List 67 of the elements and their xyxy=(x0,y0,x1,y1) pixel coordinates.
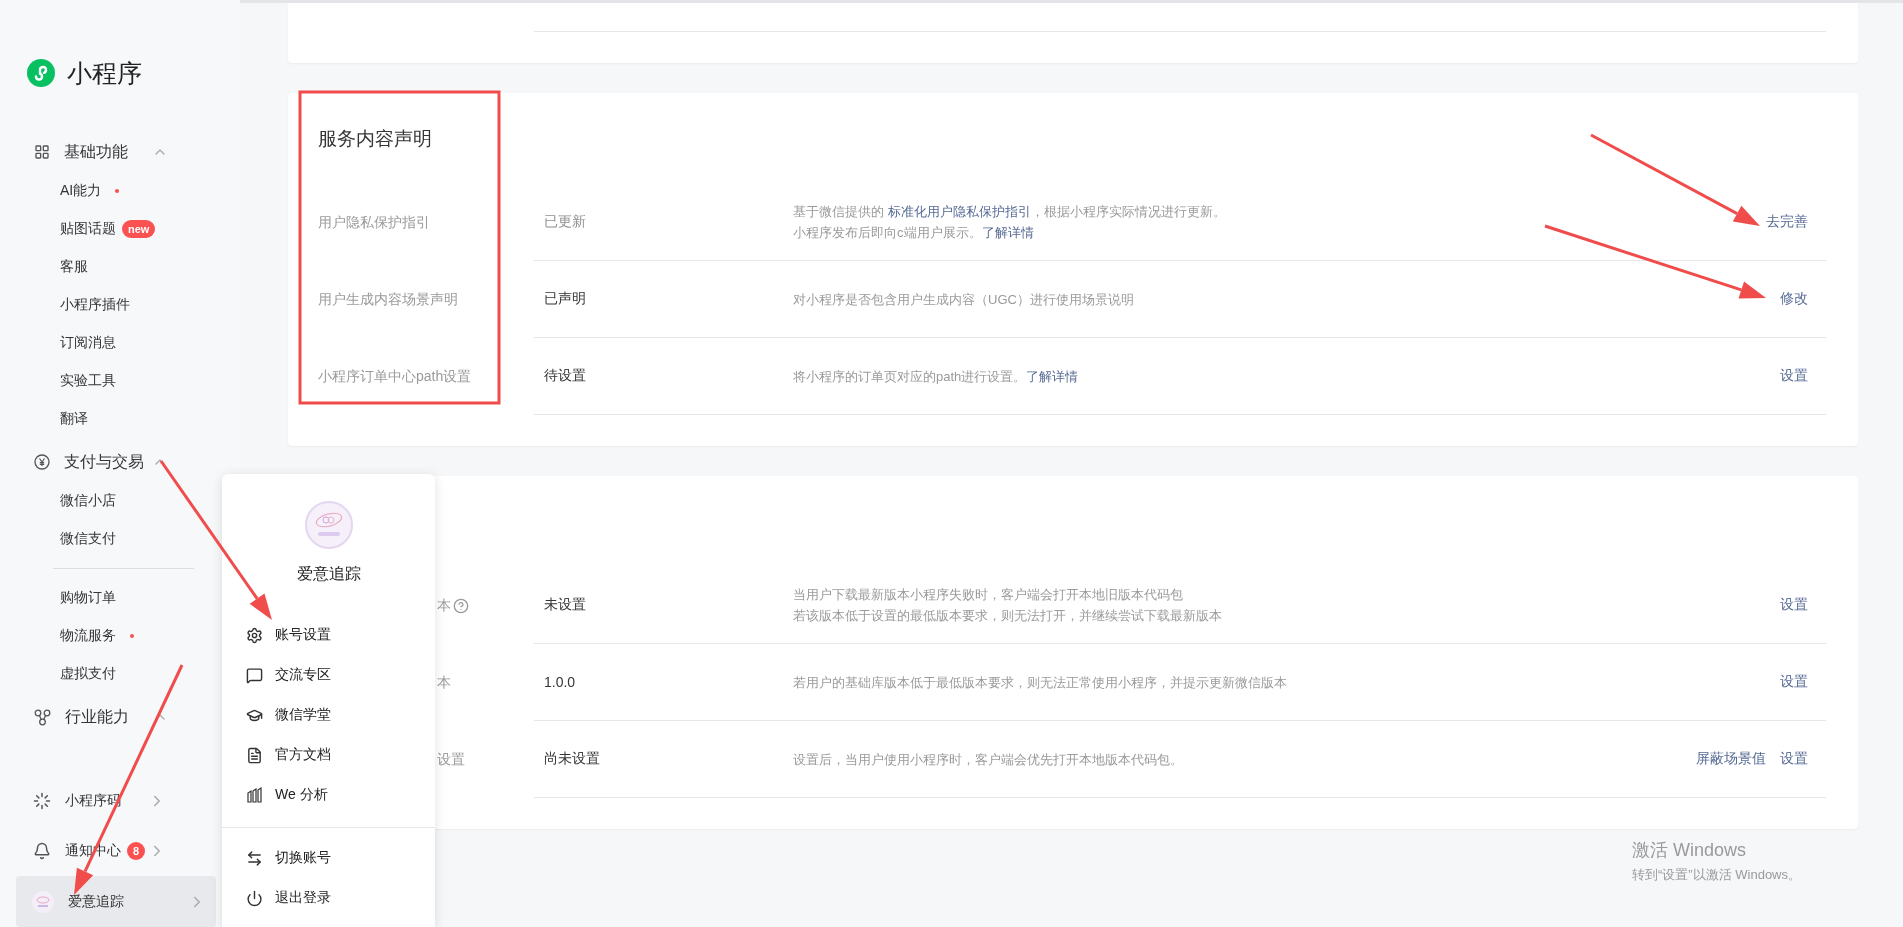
setting-description: 小程序发布后即向c端用户展示。了解详情 xyxy=(793,224,1035,242)
chat-bubble-icon xyxy=(246,666,263,684)
nav-group[interactable]: 基础功能 xyxy=(0,132,240,172)
nav-group[interactable]: 支付与交易 xyxy=(0,442,240,482)
settings-icon xyxy=(246,626,263,644)
setting-description: 将小程序的订单页对应的path进行设置。了解详情 xyxy=(793,367,1080,386)
description-link[interactable]: 了解详情 xyxy=(981,225,1034,240)
nodes-icon xyxy=(34,708,51,726)
menu-item[interactable]: We 分析 xyxy=(222,775,435,815)
action-link[interactable]: 修改 xyxy=(1780,290,1808,308)
setting-label: 本 xyxy=(437,673,451,692)
setting-status: 待设置 xyxy=(543,367,587,385)
menu-item[interactable]: 交流专区 xyxy=(222,655,435,695)
setting-description: 若该版本低于设置的最低版本要求，则无法打开，并继续尝试下载最新版本 xyxy=(793,607,1223,625)
grid-icon xyxy=(34,144,50,160)
switch-icon xyxy=(246,849,263,867)
action-link[interactable]: 设置 xyxy=(1780,750,1808,768)
account-avatar xyxy=(304,501,353,549)
account-avatar xyxy=(32,890,54,913)
nav-item[interactable]: 翻译 xyxy=(0,400,240,438)
setting-description: 设置后，当用户使用小程序时，客户端会优先打开本地版本代码包。 xyxy=(793,750,1184,769)
nav-item[interactable]: AI能力 xyxy=(0,172,240,210)
help-icon[interactable] xyxy=(453,597,469,614)
action-link[interactable]: 设置 xyxy=(1780,673,1808,691)
menu-item[interactable]: 官方文档 xyxy=(222,735,435,775)
description-link[interactable]: 标准化用户隐私保护指引 xyxy=(887,204,1031,219)
activation-hint: 转到“设置”以激活 Windows。 xyxy=(1632,866,1801,884)
setting-label: 本 xyxy=(437,596,451,615)
sunburst-icon xyxy=(33,792,51,810)
action-link[interactable]: 屏蔽场景值 xyxy=(1696,750,1766,768)
setting-status: 已更新 xyxy=(543,213,587,231)
setting-status: 已声明 xyxy=(543,290,587,308)
logo-icon xyxy=(27,59,55,87)
setting-description: 对小程序是否包含用户生成内容（UGC）进行使用场景说明 xyxy=(793,290,1135,309)
setting-status: 尚未设置 xyxy=(543,750,601,768)
document-icon xyxy=(246,746,263,764)
action-link[interactable]: 设置 xyxy=(1780,367,1808,385)
bell-icon xyxy=(33,842,51,860)
nav-item[interactable]: 小程序插件 xyxy=(0,286,240,324)
account-name: 爱意追踪 xyxy=(296,564,361,584)
section-title: 服务内容声明 xyxy=(318,128,432,149)
nav-item[interactable]: 实验工具 xyxy=(0,362,240,400)
setting-status: 未设置 xyxy=(543,596,587,614)
setting-label: 用户生成内容场景声明 xyxy=(318,290,458,309)
setting-status: 1.0.0 xyxy=(543,674,577,690)
setting-label: 用户隐私保护指引 xyxy=(318,213,430,232)
nav-item[interactable]: 客服 xyxy=(0,248,240,286)
action-link[interactable]: 去完善 xyxy=(1766,213,1808,231)
setting-description: 若用户的基础库版本低于最低版本要求，则无法正常使用小程序，并提示更新微信版本 xyxy=(793,673,1288,692)
menu-item[interactable]: 退出登录 xyxy=(222,878,435,918)
setting-label: 小程序订单中心path设置 xyxy=(318,367,472,386)
setting-description: 当用户下载最新版本小程序失败时，客户端会打开本地旧版本代码包 xyxy=(793,586,1184,604)
action-link[interactable]: 设置 xyxy=(1780,596,1808,614)
chart-icon xyxy=(246,786,263,804)
new-badge: new xyxy=(122,220,156,238)
description-link[interactable]: 了解详情 xyxy=(1026,368,1079,384)
activation-title: 激活 Windows xyxy=(1632,839,1748,862)
count-badge: 8 xyxy=(127,842,146,860)
nav-item[interactable]: 贴图话题 new xyxy=(0,210,240,248)
menu-item[interactable]: 切换账号 xyxy=(222,838,435,878)
nav-item[interactable]: 订阅消息 xyxy=(0,324,240,362)
setting-description: 基于微信提供的 标准化用户隐私保护指引，根据小程序实际情况进行更新。 xyxy=(793,203,1227,221)
power-icon xyxy=(246,889,263,907)
app-title: 小程序 xyxy=(67,57,142,89)
setting-label: 设置 xyxy=(437,750,465,769)
yen-icon xyxy=(34,454,50,470)
account-item[interactable]: 爱意追踪 xyxy=(16,876,216,927)
